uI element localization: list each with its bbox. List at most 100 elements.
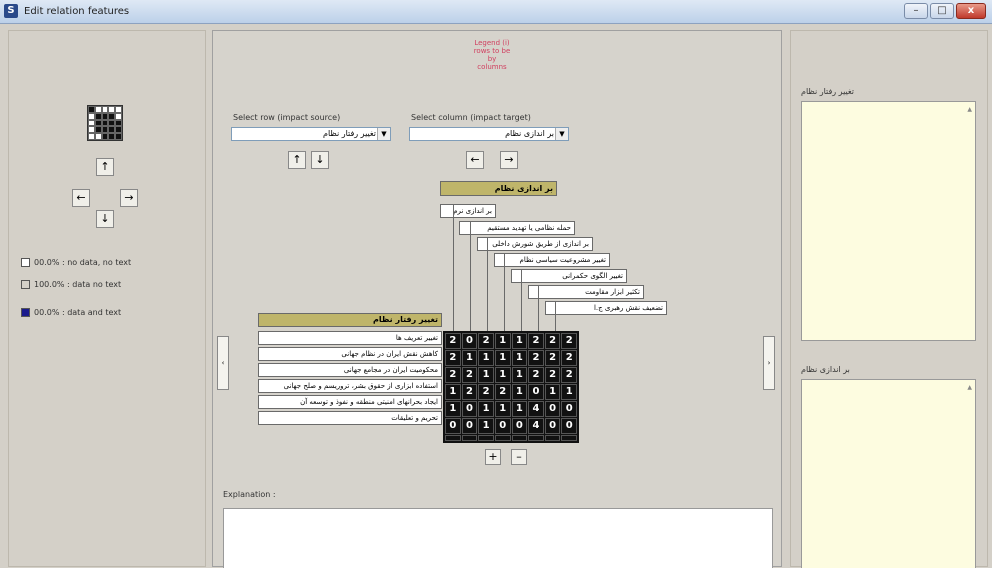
nav-right-button[interactable]: → <box>120 189 138 207</box>
matrix-cell[interactable]: 0 <box>445 418 461 434</box>
pink-line: columns <box>477 63 507 71</box>
matrix-cell[interactable]: 2 <box>528 333 544 349</box>
matrix-cell[interactable]: 1 <box>511 401 528 417</box>
matrix-cell[interactable]: 2 <box>445 350 461 366</box>
matrix-cell[interactable]: 2 <box>445 367 461 383</box>
legend-swatch <box>21 280 30 289</box>
chevron-down-icon[interactable]: ▼ <box>377 128 390 140</box>
col-select[interactable]: بر اندازی نظام ▼ <box>409 127 569 141</box>
row-select-label: Select row (impact source) <box>233 113 341 122</box>
legend-item: 00.0% : no data, no text <box>21 258 131 267</box>
matrix-cell[interactable]: 4 <box>528 401 544 417</box>
matrix-cell[interactable]: 1 <box>494 350 511 366</box>
matrix-cell[interactable]: 2 <box>528 350 544 366</box>
matrix-cell[interactable] <box>528 435 544 441</box>
matrix-cell[interactable]: 0 <box>494 418 511 434</box>
matrix-cell[interactable]: 1 <box>478 401 494 417</box>
matrix-cell[interactable]: 1 <box>478 367 494 383</box>
row-select[interactable]: تغییر رفتار نظام ▼ <box>231 127 391 141</box>
matrix-icon <box>87 105 123 141</box>
matrix-cell[interactable]: 2 <box>561 367 577 383</box>
nav-down-button[interactable]: ↓ <box>96 210 114 228</box>
window-title: Edit relation features <box>24 6 130 17</box>
collapse-left-button[interactable]: ‹ <box>217 336 229 390</box>
matrix-cell[interactable] <box>461 435 478 441</box>
matrix-cell[interactable]: 1 <box>511 367 528 383</box>
legend-swatch <box>21 258 30 267</box>
scroll-arrow-icon[interactable]: ▲ <box>967 106 972 113</box>
collapse-right-button[interactable]: › <box>763 336 775 390</box>
col-right-button[interactable]: → <box>500 151 518 169</box>
minimize-button[interactable]: – <box>904 3 928 19</box>
matrix-cell[interactable]: 1 <box>494 333 511 349</box>
matrix-cell[interactable]: 2 <box>478 384 494 400</box>
matrix-cell[interactable]: 2 <box>461 384 478 400</box>
matrix-cell[interactable]: 0 <box>461 333 478 349</box>
close-button[interactable]: x <box>956 3 986 19</box>
matrix-cell[interactable] <box>511 435 528 441</box>
matrix-cell[interactable]: 1 <box>478 418 494 434</box>
matrix-cell[interactable]: 0 <box>461 418 478 434</box>
top-text-label: تغییر رفتار نظام <box>801 87 854 96</box>
legend-label: 00.0% : no data, no text <box>34 258 132 267</box>
minus-button[interactable]: – <box>511 449 527 465</box>
bottom-textarea[interactable]: ▲ <box>801 379 976 568</box>
row-label: تغییر تعریف ها <box>258 331 442 345</box>
matrix-cell[interactable]: 1 <box>461 350 478 366</box>
row-down-button[interactable]: ↓ <box>311 151 329 169</box>
matrix-cell[interactable]: 2 <box>544 367 561 383</box>
matrix-cell[interactable] <box>445 435 461 441</box>
maximize-button[interactable]: □ <box>930 3 954 19</box>
matrix-cell[interactable]: 1 <box>494 401 511 417</box>
row-label: استفاده ابزاری از حقوق بشر، تروریسم و صل… <box>258 379 442 393</box>
matrix-cell[interactable] <box>561 435 577 441</box>
explanation-textarea[interactable] <box>223 508 773 568</box>
col-left-button[interactable]: ← <box>466 151 484 169</box>
matrix-cell[interactable]: 1 <box>544 384 561 400</box>
matrix-cell[interactable]: 1 <box>445 401 461 417</box>
matrix-cell[interactable]: 2 <box>561 350 577 366</box>
matrix-cell[interactable]: 2 <box>478 333 494 349</box>
matrix-cell[interactable]: 2 <box>544 333 561 349</box>
matrix-cell[interactable]: 2 <box>494 384 511 400</box>
connector-line <box>504 253 505 331</box>
legend-swatch <box>21 308 30 317</box>
matrix-cell[interactable]: 2 <box>544 350 561 366</box>
matrix-cell[interactable]: 0 <box>561 418 577 434</box>
plus-button[interactable]: + <box>485 449 501 465</box>
matrix-cell[interactable]: 1 <box>445 384 461 400</box>
matrix-cell[interactable]: 2 <box>445 333 461 349</box>
matrix-cell[interactable]: 0 <box>544 401 561 417</box>
matrix-cell[interactable]: 0 <box>561 401 577 417</box>
matrix-cell[interactable]: 0 <box>461 401 478 417</box>
matrix-cell[interactable] <box>478 435 494 441</box>
matrix-cell[interactable]: 1 <box>511 350 528 366</box>
nav-left-button[interactable]: ← <box>72 189 90 207</box>
column-label: تکثیر ابزار مقاومت <box>528 285 644 299</box>
app-icon: S <box>4 4 18 18</box>
matrix-cell[interactable]: 0 <box>528 384 544 400</box>
matrix-cell[interactable]: 1 <box>478 350 494 366</box>
matrix-cell[interactable]: 4 <box>528 418 544 434</box>
matrix-cell[interactable]: 0 <box>511 418 528 434</box>
matrix-cell[interactable]: 1 <box>561 384 577 400</box>
matrix-cell[interactable]: 0 <box>544 418 561 434</box>
row-label: ایجاد بحرانهای امنیتی منطقه و نفوذ و توس… <box>258 395 442 409</box>
matrix-cell[interactable] <box>494 435 511 441</box>
matrix-cell[interactable]: 1 <box>511 333 528 349</box>
matrix-cell[interactable]: 1 <box>494 367 511 383</box>
column-label: بر اندازی نرم <box>440 204 496 218</box>
matrix-cell[interactable]: 1 <box>511 384 528 400</box>
legend-item: 100.0% : data no text <box>21 280 121 289</box>
matrix-cell[interactable]: 2 <box>461 367 478 383</box>
nav-up-button[interactable]: ↑ <box>96 158 114 176</box>
matrix-cell[interactable]: 2 <box>561 333 577 349</box>
row-label: تحریم و تعلیقات <box>258 411 442 425</box>
matrix-cell[interactable] <box>544 435 561 441</box>
matrix-cell[interactable]: 2 <box>528 367 544 383</box>
top-textarea[interactable]: ▲ <box>801 101 976 341</box>
connector-line <box>538 285 539 331</box>
row-up-button[interactable]: ↑ <box>288 151 306 169</box>
chevron-down-icon[interactable]: ▼ <box>555 128 568 140</box>
scroll-arrow-icon[interactable]: ▲ <box>967 384 972 391</box>
